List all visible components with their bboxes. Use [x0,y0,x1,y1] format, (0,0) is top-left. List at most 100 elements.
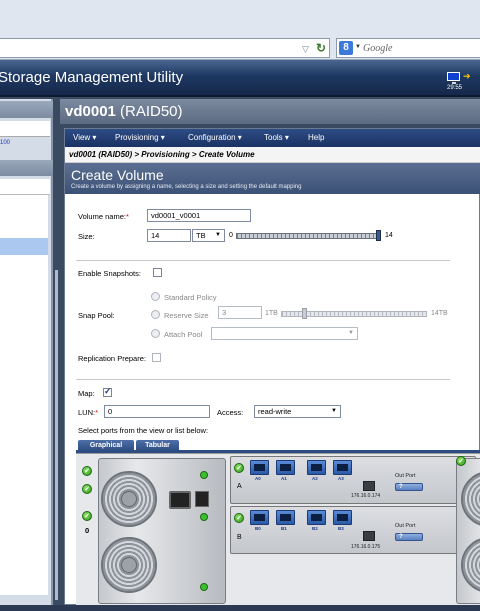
page-title: Create Volume [71,167,164,183]
port-label: B1 [281,526,287,531]
left-panel-row-2 [0,179,50,195]
attach-pool-label: Attach Pool [164,330,203,339]
reserve-size-input[interactable]: 3 [218,306,262,319]
reserve-size-label: Reserve Size [164,311,209,320]
power-supply-chassis-2[interactable] [456,458,480,604]
out-port-jack[interactable] [363,531,375,541]
left-panel-header [0,101,53,118]
window-bottom-edge [0,605,480,611]
attach-pool-radio[interactable] [151,329,160,338]
port-socket [254,464,265,471]
reserve-size-radio[interactable] [151,310,160,319]
chevron-down-icon: ▼ [348,330,354,336]
host-port-a0[interactable] [250,460,269,475]
port-socket [337,514,348,521]
search-input[interactable]: 8 ▼ Google [336,38,480,58]
power-supply-chassis[interactable] [98,458,226,604]
reserve-slider-thumb[interactable] [302,308,307,319]
replication-prepare-checkbox[interactable] [152,353,161,362]
access-value: read-write [258,407,292,416]
help-button[interactable]: ? [395,483,423,491]
out-port-jack[interactable] [363,481,375,491]
fan-icon [461,537,480,593]
raid-level: (RAID50) [120,103,183,120]
create-volume-form: Volume name:* vd0001_v0001 Size: 14 TB ▼… [65,194,480,606]
chevron-down-icon[interactable]: ▼ [355,44,361,50]
led-ok-icon [200,513,208,521]
map-checkbox[interactable] [103,386,112,397]
status-ok-icon: ✓ [82,466,92,476]
host-port-a3[interactable] [333,460,352,475]
port-label: A1 [281,476,287,481]
controller-a[interactable]: ✓ A A0 A1 A2 A3 176.16.0.174 Out Port ? [230,456,476,504]
led-ok-icon [200,471,208,479]
search-placeholder: Google [363,43,393,54]
panel-splitter[interactable] [55,270,58,600]
refresh-icon[interactable]: ↻ [316,41,326,55]
host-port-b3[interactable] [333,510,352,525]
access-label: Access: [217,408,244,417]
enable-snapshots-checkbox[interactable] [153,268,162,277]
event-arrow-icon: ➔ [463,71,471,81]
menu-help[interactable]: Help [308,133,324,142]
port-label: B0 [255,526,261,531]
app-header: Storage Management Utility ➔ 29:55 [0,60,480,97]
search-engine-icon[interactable]: 8 [339,41,353,55]
tree-selected-item[interactable] [0,238,48,255]
power-plug-icon [169,491,191,509]
content-area: View ▾ Provisioning ▾ Configuration ▾ To… [64,128,480,606]
size-label: Size: [78,232,95,241]
size-unit-select[interactable]: TB ▼ [192,229,225,242]
help-button[interactable]: ? [395,533,423,541]
volume-name-input[interactable]: vd0001_v0001 [147,209,251,222]
host-port-b1[interactable] [276,510,295,525]
breadcrumb: vd0001 (RAID50) > Provisioning > Create … [65,147,480,163]
host-port-a1[interactable] [276,460,295,475]
left-panel-link[interactable]: 100 [0,140,10,146]
left-panel-header-2 [0,160,53,176]
port-label: B2 [312,526,318,531]
chevron-down-icon: ▼ [331,408,337,414]
monitor-stand [452,82,456,84]
chevron-down-icon: ▼ [215,232,221,238]
standard-policy-radio[interactable] [151,292,160,301]
fan-icon [461,471,480,527]
menu-view[interactable]: View ▾ [73,133,96,142]
access-select[interactable]: read-write ▼ [254,405,341,418]
monitor-icon[interactable] [447,72,460,81]
status-ok-icon: ✓ [82,511,92,521]
volume-name-label: Volume name:* [78,212,129,221]
dropdown-arrow-icon[interactable]: ▽ [302,44,309,55]
controller-letter: A [237,483,242,490]
divider [76,379,450,380]
host-port-b2[interactable] [307,510,326,525]
port-socket [280,464,291,471]
port-socket [280,514,291,521]
clock: 29:55 [447,85,463,91]
power-switch-icon [195,491,209,507]
menu-tools[interactable]: Tools ▾ [264,133,289,142]
address-bar[interactable]: ▽ ↻ [0,38,330,58]
fan-hub [121,557,137,573]
configuration-tree[interactable] [0,195,48,595]
size-slider-thumb[interactable] [376,230,381,241]
status-ok-icon: ✓ [234,463,244,473]
reserve-slider-max: 14TB [431,310,448,317]
left-panel-row [0,121,50,137]
size-input[interactable]: 14 [147,229,191,242]
controller-b[interactable]: ✓ B B0 B1 B2 B3 176.16.0.175 Out Port ? [230,506,476,554]
menu-configuration[interactable]: Configuration ▾ [188,133,242,142]
lun-label: LUN:* [78,408,99,417]
size-slider[interactable] [236,233,380,239]
page-header: Create Volume Create a volume by assigni… [65,163,480,194]
standard-policy-label: Standard Policy [164,293,217,302]
host-port-a2[interactable] [307,460,326,475]
port-label: A0 [255,476,261,481]
lun-input[interactable]: 0 [104,405,210,418]
fan-icon [101,537,157,593]
host-port-b0[interactable] [250,510,269,525]
port-socket [254,514,265,521]
attach-pool-select[interactable]: ▼ [211,327,358,340]
menu-provisioning[interactable]: Provisioning ▾ [115,133,165,142]
divider [76,260,450,261]
